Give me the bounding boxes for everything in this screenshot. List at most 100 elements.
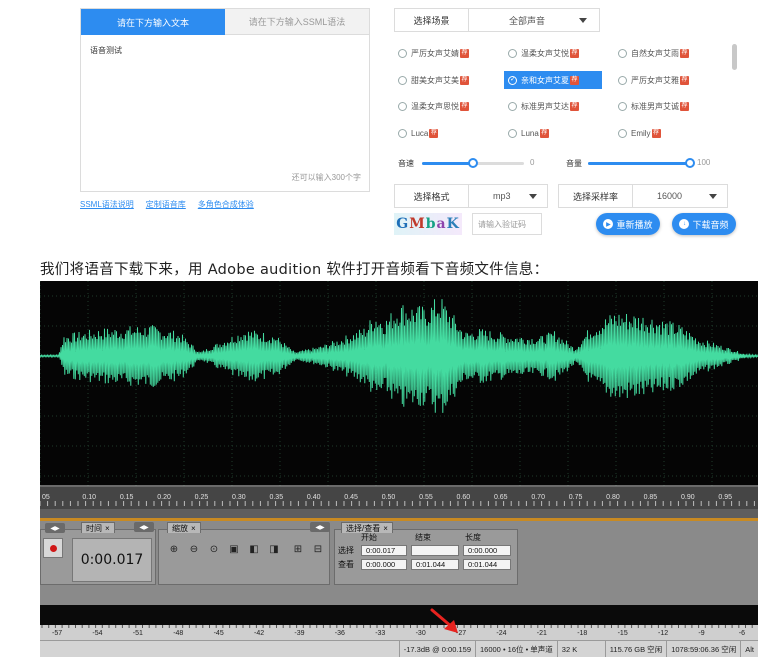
text-input-area[interactable]: 语音测试	[90, 45, 122, 56]
status-level: -17.3dB @ 0:00.159	[398, 641, 475, 657]
zoom-in-amplitude-icon[interactable]: ⊕	[167, 542, 181, 556]
sample-rate-value: 16000	[657, 191, 683, 201]
format-select[interactable]: 选择格式 mp3	[394, 184, 548, 208]
waveform-path	[40, 299, 758, 413]
db-tick-label: -24	[496, 630, 506, 637]
scene-value[interactable]: 全部声音	[469, 9, 599, 31]
waveform-area[interactable]	[40, 281, 758, 487]
link-ssml-guide[interactable]: SSML语法说明	[80, 199, 134, 210]
captcha-letter: b	[425, 216, 437, 232]
sample-rate-select[interactable]: 选择采样率 16000	[558, 184, 728, 208]
select-start-field[interactable]: 0:00.017	[361, 545, 407, 556]
recommend-badge: 荐	[680, 75, 689, 85]
zoom-full-icon[interactable]: ⊙	[207, 542, 221, 556]
captcha-input[interactable]: 请输入验证码	[472, 213, 542, 235]
zoom-in-vertical-icon[interactable]: ⊞	[291, 542, 305, 556]
tab-ssml-input[interactable]: 请在下方输入SSML语法	[225, 9, 369, 35]
db-tick-label: -36	[335, 630, 345, 637]
view-length-field[interactable]: 0:01.044	[463, 559, 511, 570]
zoom-out-amplitude-icon[interactable]: ⊖	[187, 542, 201, 556]
voice-option[interactable]: 严厉女声艾雅荐	[614, 71, 689, 89]
panel-dock: ◀▶ 时间 × 0:00.017 缩放 × ⊕ ⊖ ⊙ ▣ ◧ ◨ ⊞ ⊟ ◀▶…	[40, 521, 758, 605]
zoom-selection-icon[interactable]: ▣	[227, 542, 241, 556]
radio-icon[interactable]	[398, 128, 407, 138]
volume-slider[interactable]	[588, 158, 695, 168]
voice-option[interactable]: 标准男声艾达荐	[504, 97, 579, 115]
status-alt: Alt	[740, 641, 758, 657]
panel-arrow-icon[interactable]: ◀▶	[45, 523, 65, 533]
voice-name: 甜美女声艾美	[411, 75, 459, 85]
zoom-panel: 缩放 × ⊕ ⊖ ⊙ ▣ ◧ ◨ ⊞ ⊟	[158, 522, 330, 585]
voice-name: Luca	[411, 128, 429, 138]
zoom-right-icon[interactable]: ◨	[267, 542, 281, 556]
captcha-letter: M	[409, 216, 426, 232]
select-end-field[interactable]	[411, 545, 459, 556]
time-tick-label: 0.20	[157, 494, 171, 501]
close-icon[interactable]: ×	[105, 524, 110, 533]
status-time-free: 1078:59:06.36 空闲	[666, 641, 740, 657]
voice-option[interactable]: 温柔女声思悦荐	[394, 97, 469, 115]
radio-icon[interactable]	[618, 48, 627, 58]
check-circle-icon[interactable]	[508, 75, 517, 85]
close-icon[interactable]: ×	[383, 524, 388, 533]
radio-icon[interactable]	[618, 128, 627, 138]
radio-icon[interactable]	[398, 75, 407, 85]
time-tick-label: 0.50	[382, 494, 396, 501]
db-tick-label: -45	[214, 630, 224, 637]
zoom-panel-tab-label: 缩放	[172, 523, 188, 533]
time-display: 0:00.017	[72, 538, 152, 582]
voice-option[interactable]: 标准男声艾诚荐	[614, 97, 689, 115]
panel-arrow-icon[interactable]: ◀▶	[310, 522, 330, 532]
time-tick-label: 0.70	[531, 494, 545, 501]
select-length-field[interactable]: 0:00.000	[463, 545, 511, 556]
scene-select[interactable]: 选择场景 全部声音	[394, 8, 600, 32]
download-button[interactable]: ↓ 下载音频	[672, 213, 736, 235]
view-start-field[interactable]: 0:00.000	[361, 559, 407, 570]
record-button[interactable]	[43, 538, 63, 558]
voice-list-scrollbar[interactable]	[732, 44, 737, 70]
voice-option[interactable]: Luna 荐	[504, 124, 549, 142]
sample-rate-value-box[interactable]: 16000	[633, 185, 727, 207]
close-icon[interactable]: ×	[191, 524, 196, 533]
voice-name: 严厉女声艾婧	[411, 48, 459, 58]
voice-option[interactable]: Luca 荐	[394, 124, 439, 142]
time-panel-tab[interactable]: 时间 ×	[81, 522, 115, 533]
voice-name: 亲和女声艾夏	[521, 75, 569, 85]
replay-button[interactable]: ▶ 重新播放	[596, 213, 660, 235]
speed-slider-knob[interactable]	[468, 158, 478, 168]
radio-icon[interactable]	[398, 101, 407, 111]
radio-icon[interactable]	[508, 128, 517, 138]
voice-option[interactable]: Emily 荐	[614, 124, 661, 142]
panel-arrow-icon[interactable]: ◀▶	[134, 522, 154, 532]
captcha-letter: K	[446, 216, 460, 232]
radio-icon[interactable]	[618, 75, 627, 85]
volume-slider-knob[interactable]	[685, 158, 695, 168]
time-tick-label: 0.75	[569, 494, 583, 501]
volume-value: 100	[697, 158, 711, 167]
voice-option[interactable]: 亲和女声艾夏荐	[504, 71, 602, 89]
zoom-left-icon[interactable]: ◧	[247, 542, 261, 556]
voice-option[interactable]: 严厉女声艾婧荐	[394, 44, 469, 62]
zoom-panel-tab[interactable]: 缩放 ×	[167, 522, 201, 533]
voice-option[interactable]: 甜美女声艾美荐	[394, 71, 469, 89]
zoom-out-vertical-icon[interactable]: ⊟	[311, 542, 325, 556]
link-multi-role[interactable]: 多角色合成体验	[198, 199, 254, 210]
tab-text-input[interactable]: 请在下方输入文本	[81, 9, 225, 35]
voice-option[interactable]: 温柔女声艾悦荐	[504, 44, 579, 62]
recommend-badge: 荐	[460, 75, 469, 85]
voice-option[interactable]: 自然女声艾雨荐	[614, 44, 689, 62]
radio-icon[interactable]	[508, 48, 517, 58]
time-tick-label: 0.35	[269, 494, 283, 501]
radio-icon[interactable]	[618, 101, 627, 111]
download-button-label: 下载音频	[692, 219, 729, 230]
radio-icon[interactable]	[398, 48, 407, 58]
time-ruler[interactable]: 05 0.10 0.15 0.20 0.25 0.30 0.35 0.40 0.45 0.50 0.…	[40, 487, 758, 521]
voice-name: 标准男声艾达	[521, 101, 569, 111]
link-custom-voice[interactable]: 定制语音库	[146, 199, 186, 210]
format-value-box[interactable]: mp3	[469, 185, 547, 207]
col-end-label: 结束	[415, 533, 431, 542]
view-end-field[interactable]: 0:01.044	[411, 559, 459, 570]
radio-icon[interactable]	[508, 101, 517, 111]
captcha-image[interactable]: GMbaK	[394, 213, 462, 235]
speed-slider[interactable]	[422, 158, 524, 168]
